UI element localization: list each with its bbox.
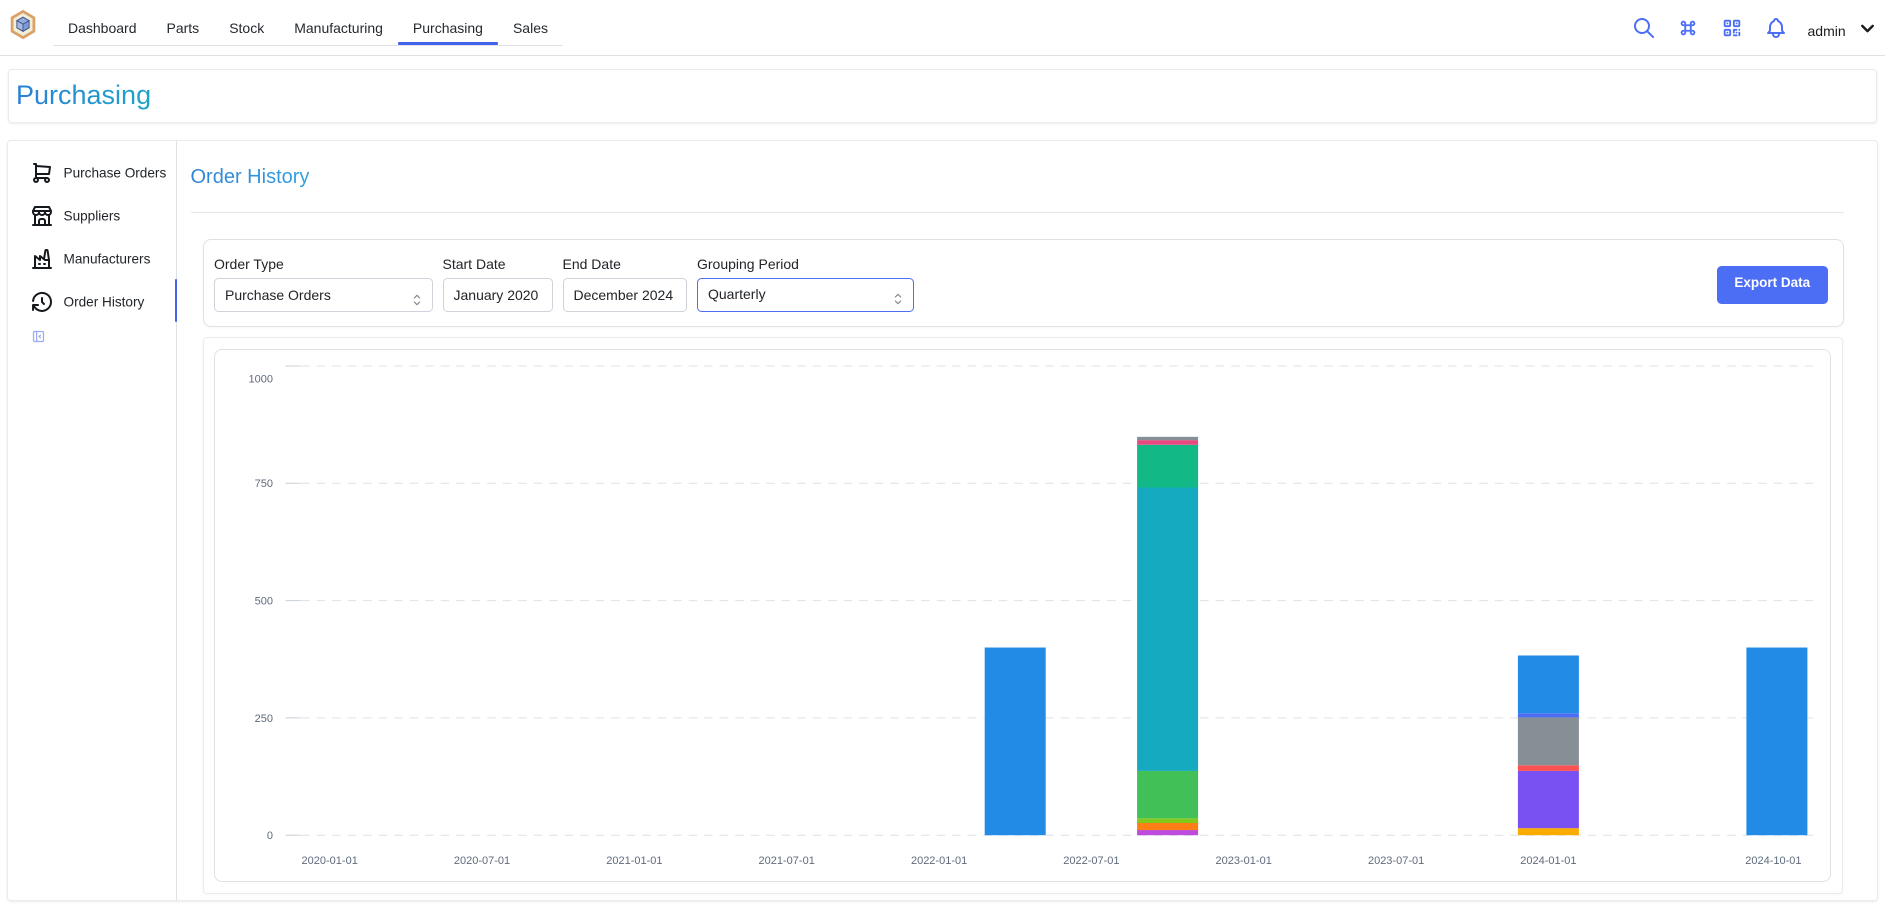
svg-text:2022-07-01: 2022-07-01 (1063, 855, 1119, 867)
svg-text:2020-07-01: 2020-07-01 (454, 855, 510, 867)
svg-text:2021-07-01: 2021-07-01 (759, 855, 815, 867)
svg-text:2024-10-01: 2024-10-01 (1745, 855, 1801, 867)
svg-text:2023-01-01: 2023-01-01 (1216, 855, 1272, 867)
svg-text:500: 500 (255, 596, 273, 608)
svg-text:2020-01-01: 2020-01-01 (302, 855, 358, 867)
svg-text:2024-01-01: 2024-01-01 (1520, 855, 1576, 867)
svg-text:2022-01-01: 2022-01-01 (911, 855, 967, 867)
svg-text:2023-07-01: 2023-07-01 (1368, 855, 1424, 867)
svg-text:250: 250 (255, 713, 273, 725)
svg-text:0: 0 (267, 830, 273, 842)
svg-text:1000: 1000 (249, 373, 273, 385)
svg-text:750: 750 (255, 478, 273, 490)
svg-text:2021-01-01: 2021-01-01 (606, 855, 662, 867)
